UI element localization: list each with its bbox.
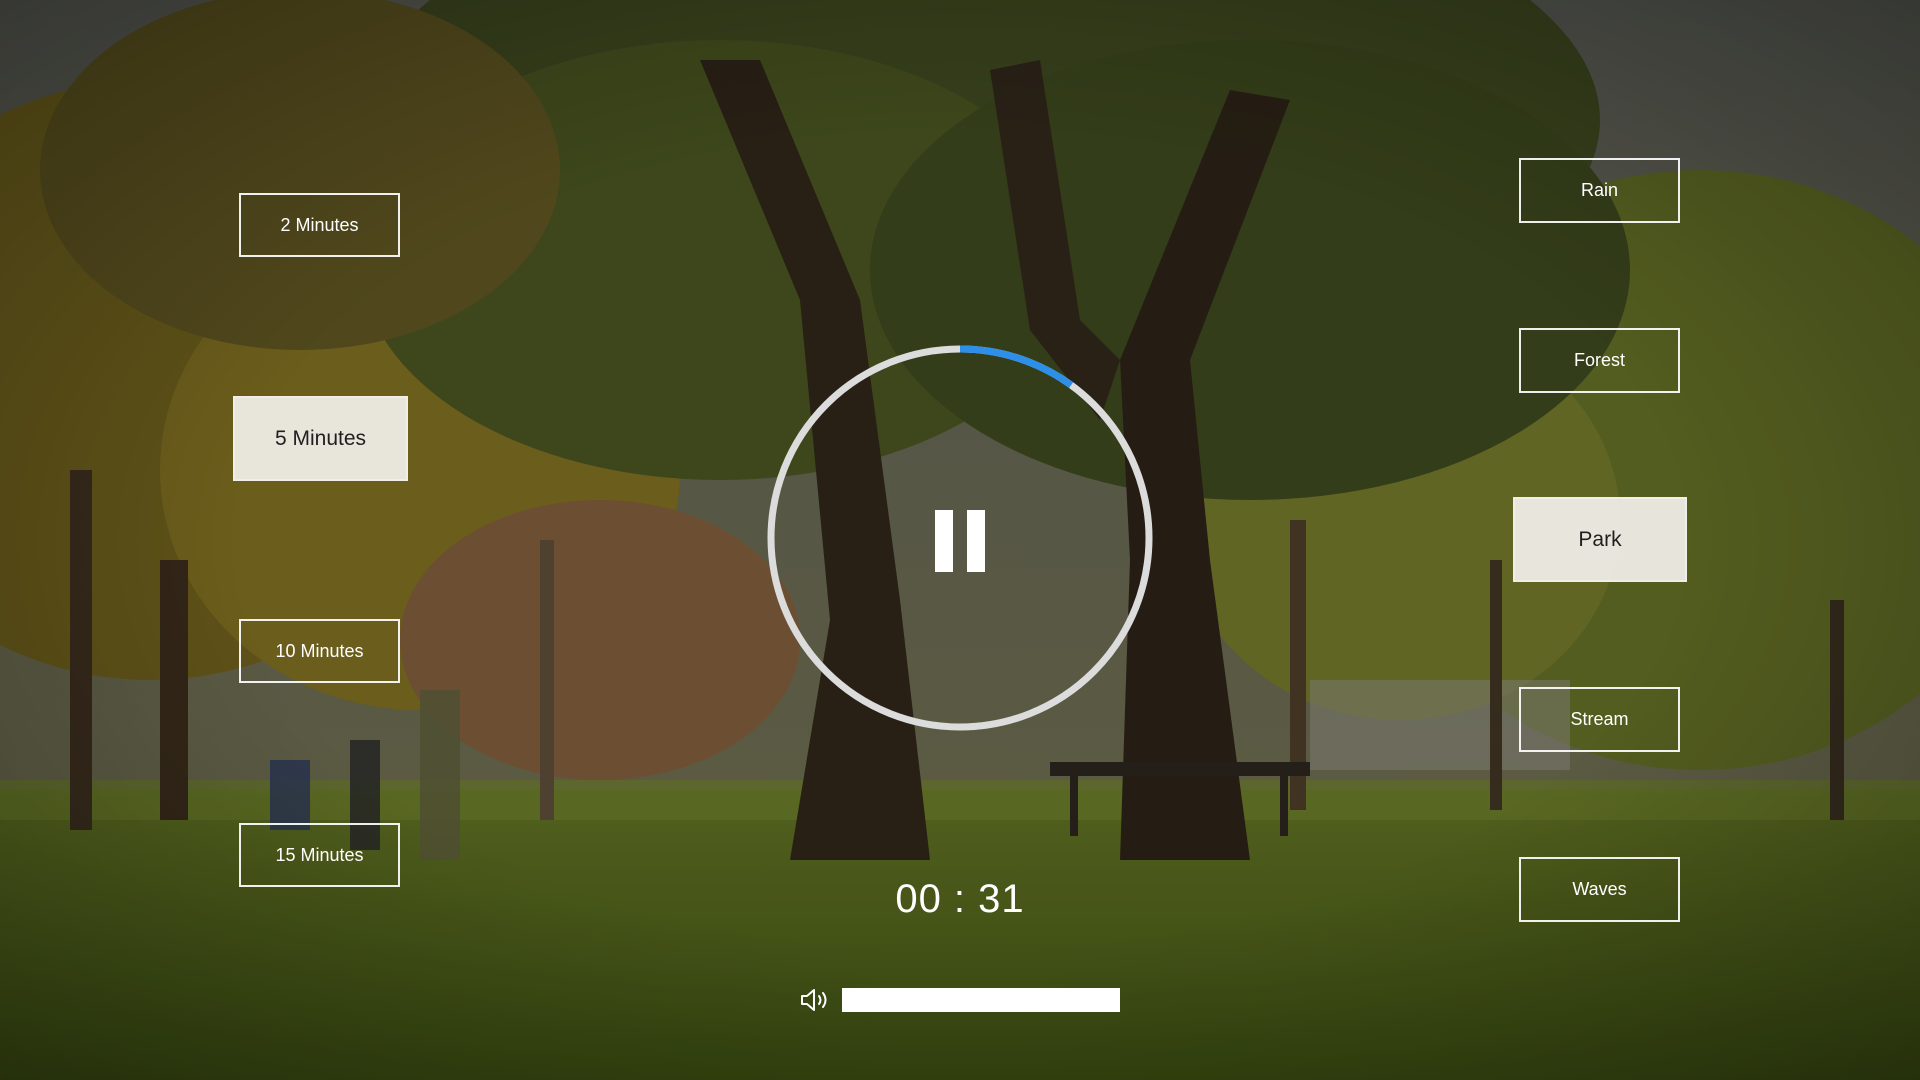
sound-forest-button[interactable]: Forest [1519,328,1680,393]
pause-icon-bar [967,510,985,572]
sound-stream-button[interactable]: Stream [1519,687,1680,752]
duration-15-minutes-button[interactable]: 15 Minutes [239,823,400,887]
duration-2-minutes-button[interactable]: 2 Minutes [239,193,400,257]
duration-10-minutes-button[interactable]: 10 Minutes [239,619,400,683]
duration-5-minutes-button[interactable]: 5 Minutes [233,396,408,481]
pause-button[interactable] [918,505,1002,577]
sound-park-button[interactable]: Park [1513,497,1687,582]
timer-display: 00 : 31 [895,877,1025,921]
volume-slider-fill [842,988,1120,1012]
sound-waves-button[interactable]: Waves [1519,857,1680,922]
pause-icon [935,510,953,572]
meditation-app: 2 Minutes 5 Minutes 10 Minutes 15 Minute… [0,0,1920,1080]
volume-slider[interactable] [842,988,1120,1012]
volume-icon[interactable] [800,987,832,1013]
sound-rain-button[interactable]: Rain [1519,158,1680,223]
